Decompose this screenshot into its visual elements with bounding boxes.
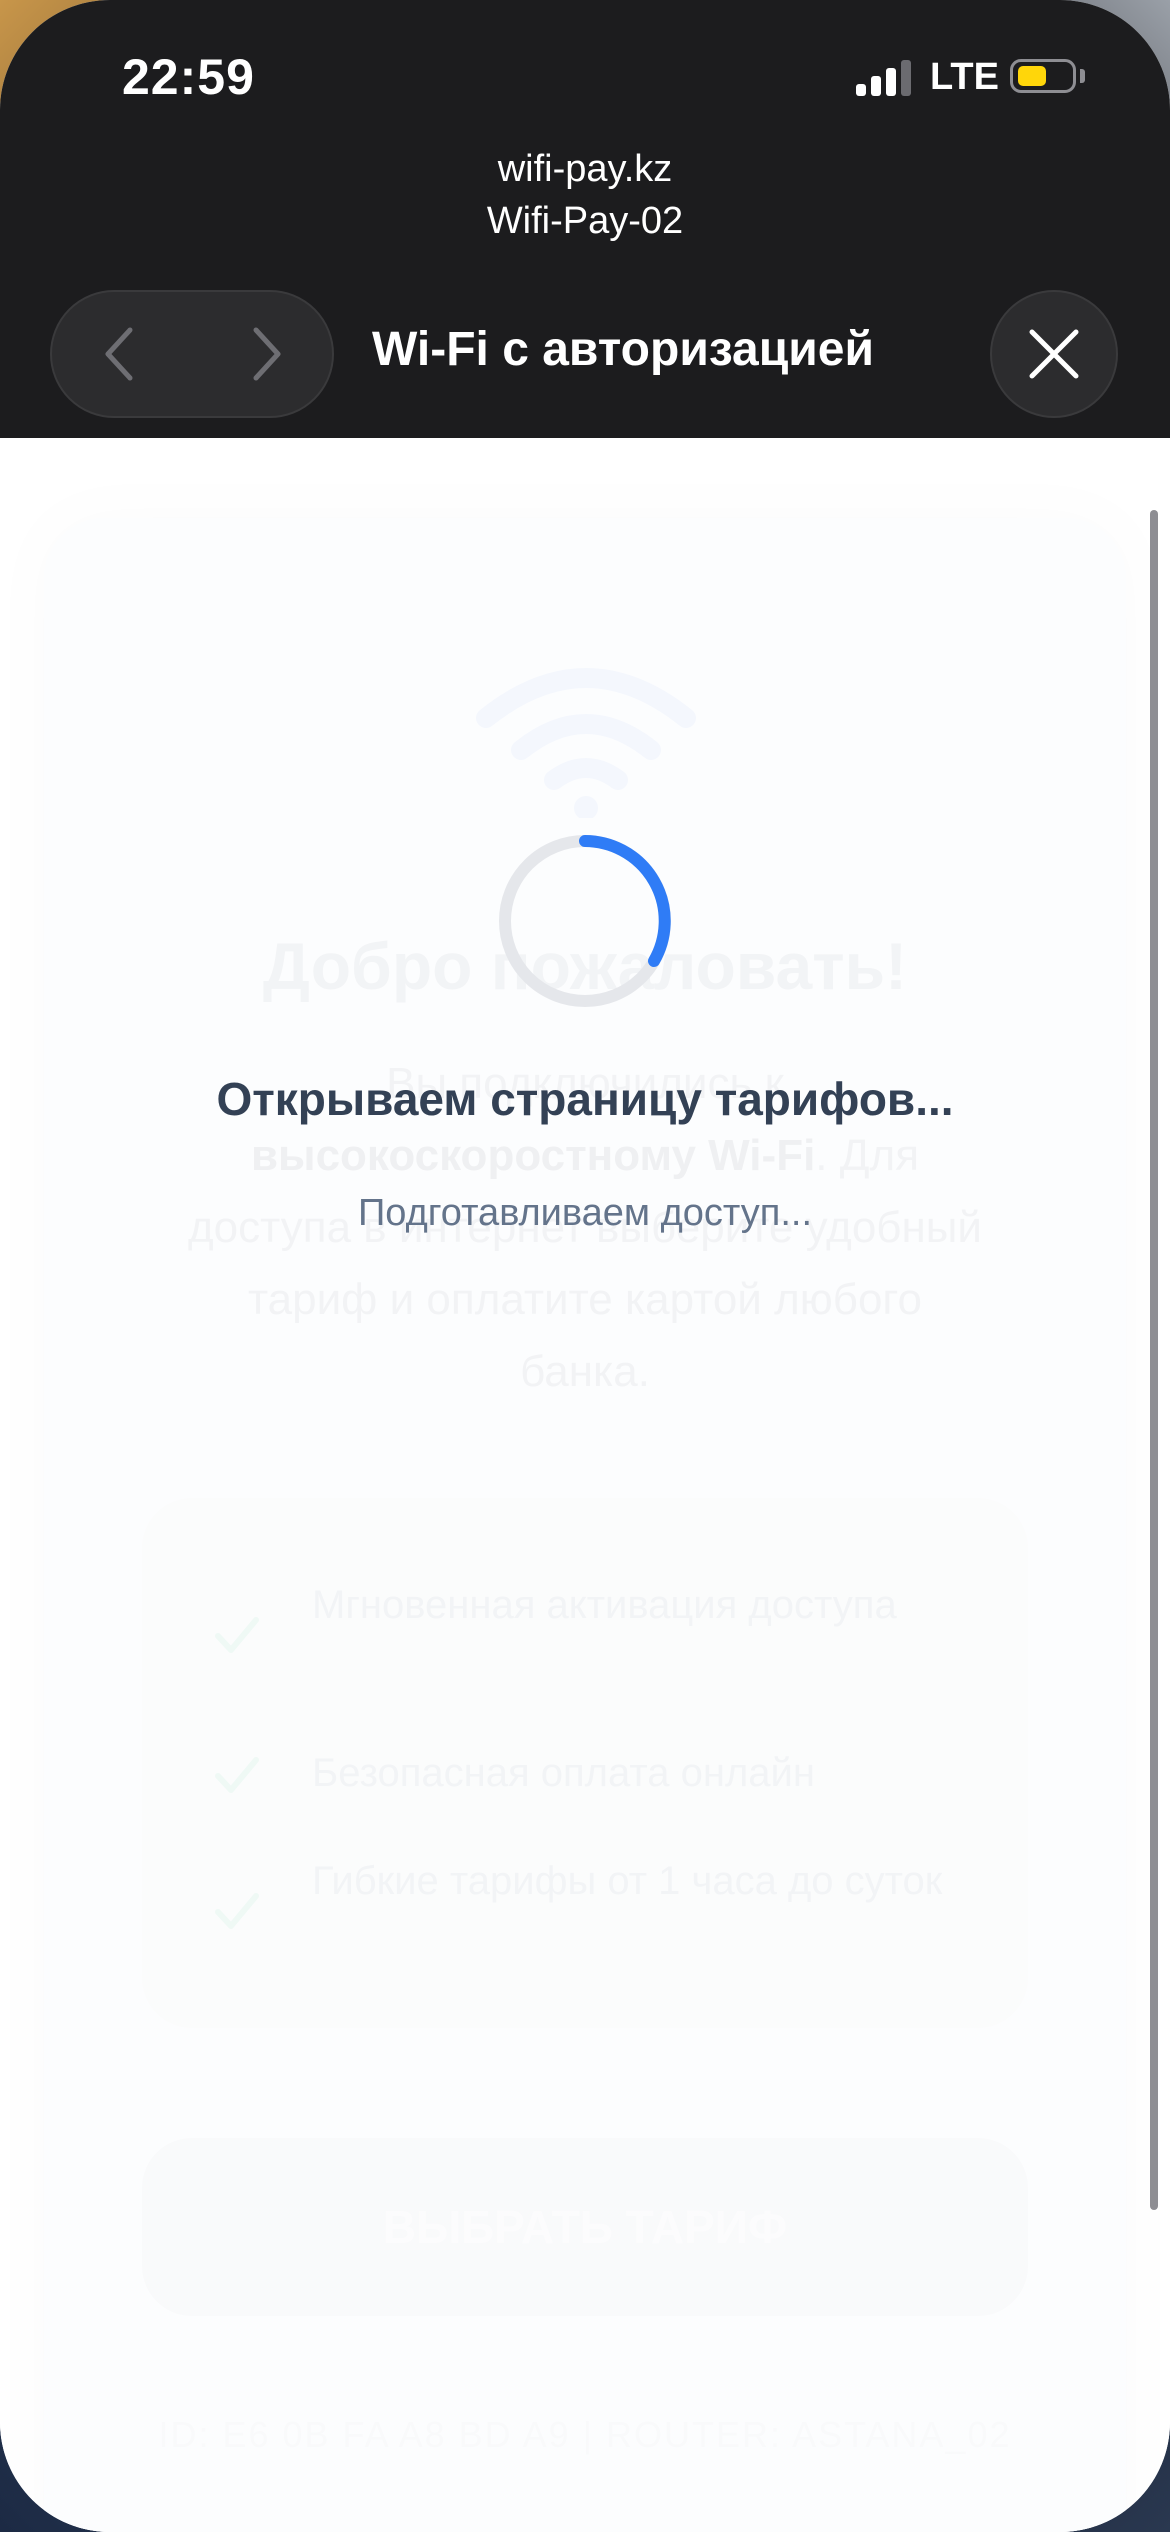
scrollbar[interactable]	[1150, 510, 1158, 2210]
loading-subtitle: Подготавливаем доступ...	[357, 1192, 813, 1234]
chevron-left-icon	[105, 327, 133, 381]
close-icon	[1029, 329, 1079, 379]
loading-overlay	[0, 438, 1170, 2532]
spinner-arc	[579, 835, 671, 967]
loading-spinner	[499, 835, 671, 1007]
forward-button[interactable]	[216, 292, 316, 416]
network-type: LTE	[930, 56, 999, 98]
back-button[interactable]	[70, 292, 170, 416]
network-name: Wifi-Pay-02	[486, 200, 684, 242]
chevron-right-icon	[253, 327, 281, 381]
phone-screen: 22:59 LTE wifi-pay.kz Wifi-Pay-02 Wi-Fi …	[0, 0, 1170, 2532]
cellular-signal-icon	[856, 60, 916, 96]
browser-title: Wi-Fi с авторизацией	[372, 323, 874, 376]
navigation-controls	[50, 290, 334, 418]
battery-icon	[1010, 59, 1076, 93]
web-content: Добро пожаловать! Вы подключились к высо…	[0, 438, 1170, 2532]
page-host: wifi-pay.kz	[497, 148, 673, 190]
status-time: 22:59	[122, 49, 255, 105]
loading-title: Открываем страницу тарифов...	[216, 1073, 954, 1125]
browser-header: 22:59 LTE wifi-pay.kz Wifi-Pay-02 Wi-Fi …	[0, 0, 1170, 438]
battery-tip	[1080, 69, 1085, 83]
close-button[interactable]	[990, 290, 1118, 418]
